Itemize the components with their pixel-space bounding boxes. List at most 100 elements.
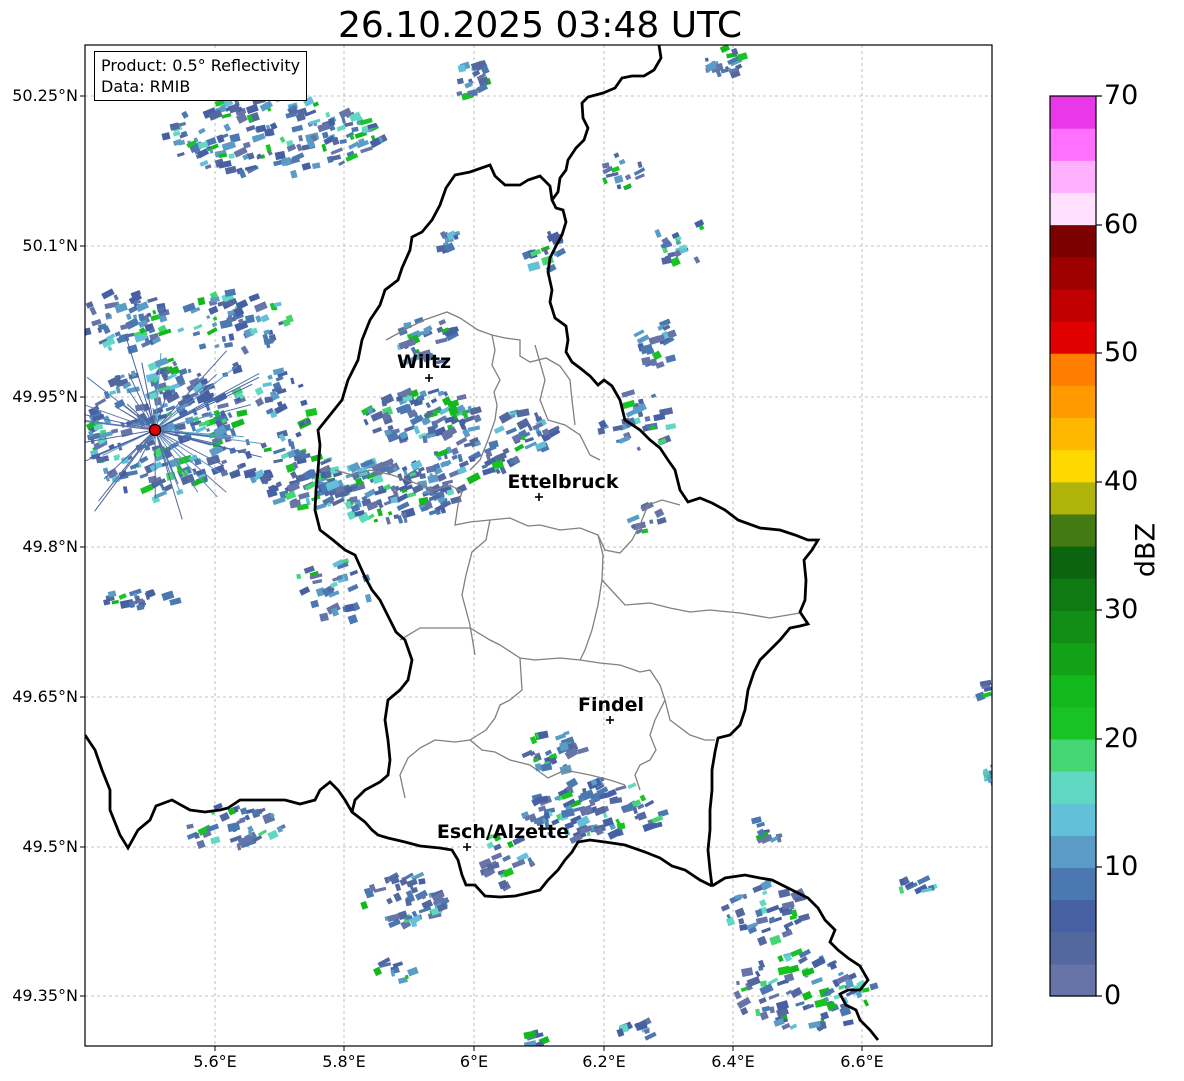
colorbar-tick-label: 20	[1104, 723, 1139, 754]
radar-echo	[205, 427, 211, 433]
radar-echo	[433, 415, 446, 426]
radar-echo	[488, 440, 499, 449]
radar-echo	[255, 397, 265, 407]
radar-echo	[339, 138, 347, 145]
radar-echo	[407, 966, 419, 977]
radar-echo	[363, 418, 369, 426]
radar-echo	[297, 383, 304, 389]
radar-echo	[319, 612, 329, 622]
radar-echo	[766, 904, 780, 914]
radar-echo	[610, 165, 620, 173]
radar-echo	[221, 459, 228, 465]
radar-echo	[789, 1023, 798, 1030]
lat-tick-label: 49.8°N	[22, 537, 78, 556]
radar-echo	[417, 394, 425, 402]
radar-echo	[798, 956, 808, 965]
radar-echo	[186, 823, 194, 830]
radar-echo	[401, 466, 408, 472]
radar-echo	[372, 426, 383, 434]
radar-echo	[742, 893, 748, 900]
radar-echo	[795, 1001, 805, 1007]
product-info-box: Product: 0.5° Reflectivity Data: RMIB	[94, 51, 308, 101]
radar-echo	[463, 442, 473, 448]
radar-echo	[296, 573, 302, 580]
radar-echo	[385, 516, 391, 525]
colorbar-band	[1050, 192, 1096, 226]
radar-echo	[245, 124, 256, 132]
radar-echo	[734, 894, 744, 900]
radar-echo	[654, 508, 665, 519]
radar-echo	[451, 454, 458, 461]
radar-echo	[230, 418, 245, 429]
radar-echo	[638, 398, 644, 405]
radar-echo	[240, 345, 250, 355]
gridlines	[85, 45, 992, 1046]
radar-echo	[430, 398, 438, 404]
radar-echo	[260, 314, 270, 323]
radar-echo	[917, 875, 931, 886]
radar-echo	[272, 496, 286, 506]
radar-echo	[107, 590, 117, 598]
radar-echo	[736, 980, 740, 986]
radar-echo	[810, 976, 823, 986]
radar-echo	[193, 323, 203, 331]
radar-echo	[321, 131, 329, 139]
radar-echo	[636, 811, 647, 821]
colorbar-band	[1050, 738, 1096, 772]
radar-echo	[272, 447, 286, 455]
data-source-label: Data: RMIB	[101, 77, 191, 96]
radar-echo	[734, 907, 746, 918]
radar-echo	[154, 357, 169, 368]
radar-echo	[777, 955, 784, 963]
lon-tick-label: 6.6°E	[840, 1052, 884, 1071]
radar-echo	[527, 261, 541, 272]
radar-echo	[262, 381, 273, 388]
radar-echo	[279, 136, 286, 143]
radar-echo	[113, 294, 119, 301]
radar-echo	[291, 124, 304, 133]
colorbar-band	[1050, 481, 1096, 515]
radar-echo	[310, 453, 324, 463]
radar-echo	[733, 990, 742, 1000]
radar-echo	[365, 593, 372, 603]
colorbar-band	[1050, 835, 1096, 869]
radar-map: Wiltz Ettelbruck Findel Esch/Alzette	[80, 44, 1102, 1051]
radar-echo	[392, 961, 404, 968]
radar-echo	[457, 64, 466, 73]
radar-echo	[639, 794, 647, 802]
radar-echo	[109, 390, 117, 396]
colorbar-band	[1050, 642, 1096, 676]
radar-echo	[540, 762, 553, 772]
radar-echo	[644, 799, 655, 808]
radar-echo	[996, 767, 1006, 776]
radar-echo	[741, 967, 754, 977]
lat-tick-label: 49.5°N	[22, 837, 78, 856]
lat-tick-label: 50.1°N	[22, 236, 78, 255]
radar-echo	[196, 839, 206, 850]
radar-echo	[94, 398, 107, 407]
radar-echo	[801, 990, 813, 1001]
colorbar-band	[1050, 417, 1096, 451]
radar-echo	[139, 455, 149, 464]
radar-echo	[413, 425, 421, 435]
radar-echo	[761, 927, 772, 934]
radar-echo	[325, 111, 331, 118]
radar-echo	[273, 301, 282, 308]
radar-echo	[312, 579, 323, 585]
radar-echo	[602, 177, 608, 185]
radar-echo	[177, 327, 185, 333]
radar-echo	[755, 916, 769, 925]
radar-echo	[330, 147, 344, 156]
lon-tick-label: 6.4°E	[711, 1052, 755, 1071]
radar-echo	[579, 804, 594, 817]
radar-echo	[311, 162, 321, 170]
radar-echo	[662, 247, 668, 254]
radar-echo	[777, 965, 791, 976]
radar-echo	[347, 583, 359, 593]
radar-echo	[693, 256, 701, 264]
colorbar-band	[1050, 288, 1096, 322]
colorbar-band	[1050, 128, 1096, 161]
radar-echo	[206, 327, 218, 336]
radar-echo	[221, 140, 237, 152]
radar-echo	[224, 288, 236, 297]
